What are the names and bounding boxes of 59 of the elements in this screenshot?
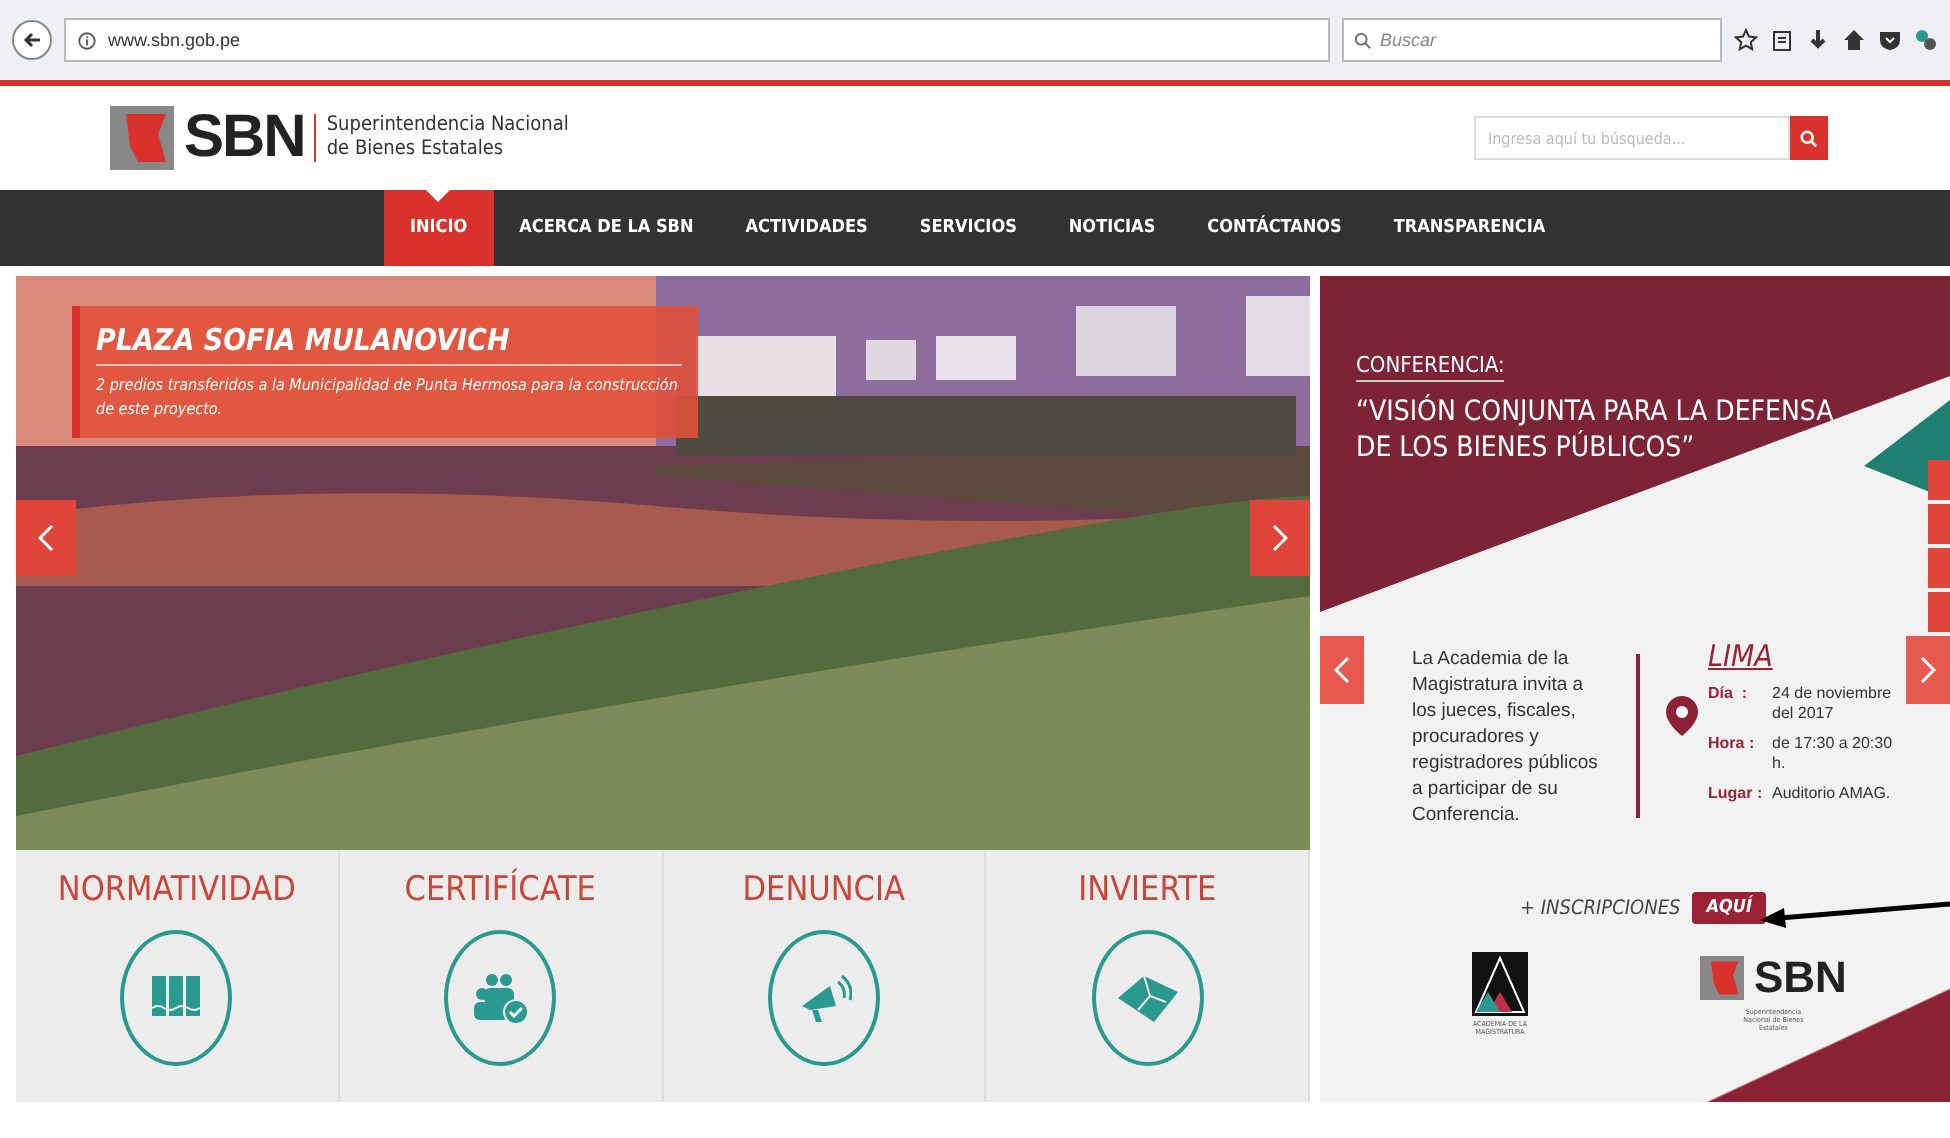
next-button[interactable] xyxy=(1906,636,1950,704)
chevron-right-icon xyxy=(1920,656,1936,684)
info-icon xyxy=(78,31,96,49)
group-check-icon xyxy=(470,970,531,1026)
search-icon xyxy=(1800,129,1818,147)
shield-icon[interactable] xyxy=(1878,28,1902,52)
location-pin-icon xyxy=(1664,694,1700,738)
home-icon[interactable] xyxy=(1842,28,1866,52)
star-icon[interactable] xyxy=(1734,28,1758,52)
service-tile[interactable]: CERTIFÍCATE xyxy=(339,850,663,1102)
nav-tab[interactable]: ACTIVIDADES xyxy=(719,190,894,266)
arrow-left-icon xyxy=(22,30,42,50)
logo-subtitle: Superintendencia Nacional xyxy=(326,114,569,138)
event-city: LIMA xyxy=(1708,638,1775,674)
slide-title: PLAZA SOFIA MULANOVICH xyxy=(96,322,682,366)
slide-text: 2 predios transferidos a la Municipalidad de Punta Hermosa para la construcción de este proyecto. xyxy=(96,374,680,422)
service-tile[interactable]: DENUNCIA xyxy=(663,850,987,1102)
register-button[interactable]: AQUÍ xyxy=(1692,892,1766,924)
tile-label: NORMATIVIDAD xyxy=(57,870,296,910)
search-field[interactable]: Buscar xyxy=(1342,18,1722,62)
event-title: “VISIÓN CONJUNTA PARA LA DEFENSA DE LOS BIENES PÚBLICOS” xyxy=(1356,394,1836,466)
tile-label: CERTIFÍCATE xyxy=(404,870,596,910)
chevron-left-icon xyxy=(1334,656,1350,684)
extension-icon[interactable] xyxy=(1914,28,1938,52)
nav-tab[interactable]: SERVICIOS xyxy=(893,190,1043,266)
address-bar[interactable]: www.sbn.gob.pe xyxy=(64,18,1330,62)
previous-button[interactable] xyxy=(1320,636,1364,704)
chevron-left-icon xyxy=(38,524,54,552)
registration-label: + INSCRIPCIONES xyxy=(1520,897,1681,919)
search-icon xyxy=(1354,31,1372,49)
event-description: La Academia de la Magistratura invita a los jueces, fiscales, procuradores y registradores públicos a participar de su Conferencia. xyxy=(1412,646,1600,828)
search-button[interactable] xyxy=(1790,116,1828,160)
service-tile[interactable]: NORMATIVIDAD xyxy=(16,850,340,1102)
logo-text: SBN xyxy=(184,104,305,172)
tile-label: DENUNCIA xyxy=(742,870,905,910)
detail-value: Auditorio AMAG. xyxy=(1772,784,1893,804)
nav-tab[interactable]: ACERCA DE LA SBN xyxy=(493,190,720,266)
detail-label: Hora : xyxy=(1708,734,1757,756)
land-plot-icon xyxy=(1115,972,1180,1024)
download-icon[interactable] xyxy=(1806,28,1830,52)
nav-tab[interactable]: CONTÁCTANOS xyxy=(1181,190,1368,266)
detail-value: 24 de noviembre del 2017 xyxy=(1772,684,1894,724)
logo-subtitle: de Bienes Estatales xyxy=(326,138,506,162)
nav-tab[interactable]: INICIO xyxy=(384,190,494,266)
detail-label: Día : xyxy=(1708,684,1750,706)
clipboard-icon[interactable] xyxy=(1770,28,1794,52)
logo-text: SBN xyxy=(1754,952,1847,1004)
detail-value: de 17:30 a 20:30 h. xyxy=(1772,734,1895,774)
nav-tab[interactable]: TRANSPARENCIA xyxy=(1367,190,1572,266)
academy-logo-icon xyxy=(1472,952,1528,1016)
tile-label: INVIERTE xyxy=(1078,870,1217,910)
event-category: CONFERENCIA: xyxy=(1356,352,1505,382)
service-tile[interactable]: INVIERTE xyxy=(986,850,1310,1102)
logo-emblem-icon xyxy=(110,106,174,170)
logo-emblem-icon xyxy=(1700,956,1744,1000)
nav-tab[interactable]: NOTICIAS xyxy=(1042,190,1182,266)
chevron-right-icon xyxy=(1272,524,1288,552)
detail-label: Lugar : xyxy=(1708,784,1765,804)
back-button[interactable] xyxy=(12,20,52,60)
